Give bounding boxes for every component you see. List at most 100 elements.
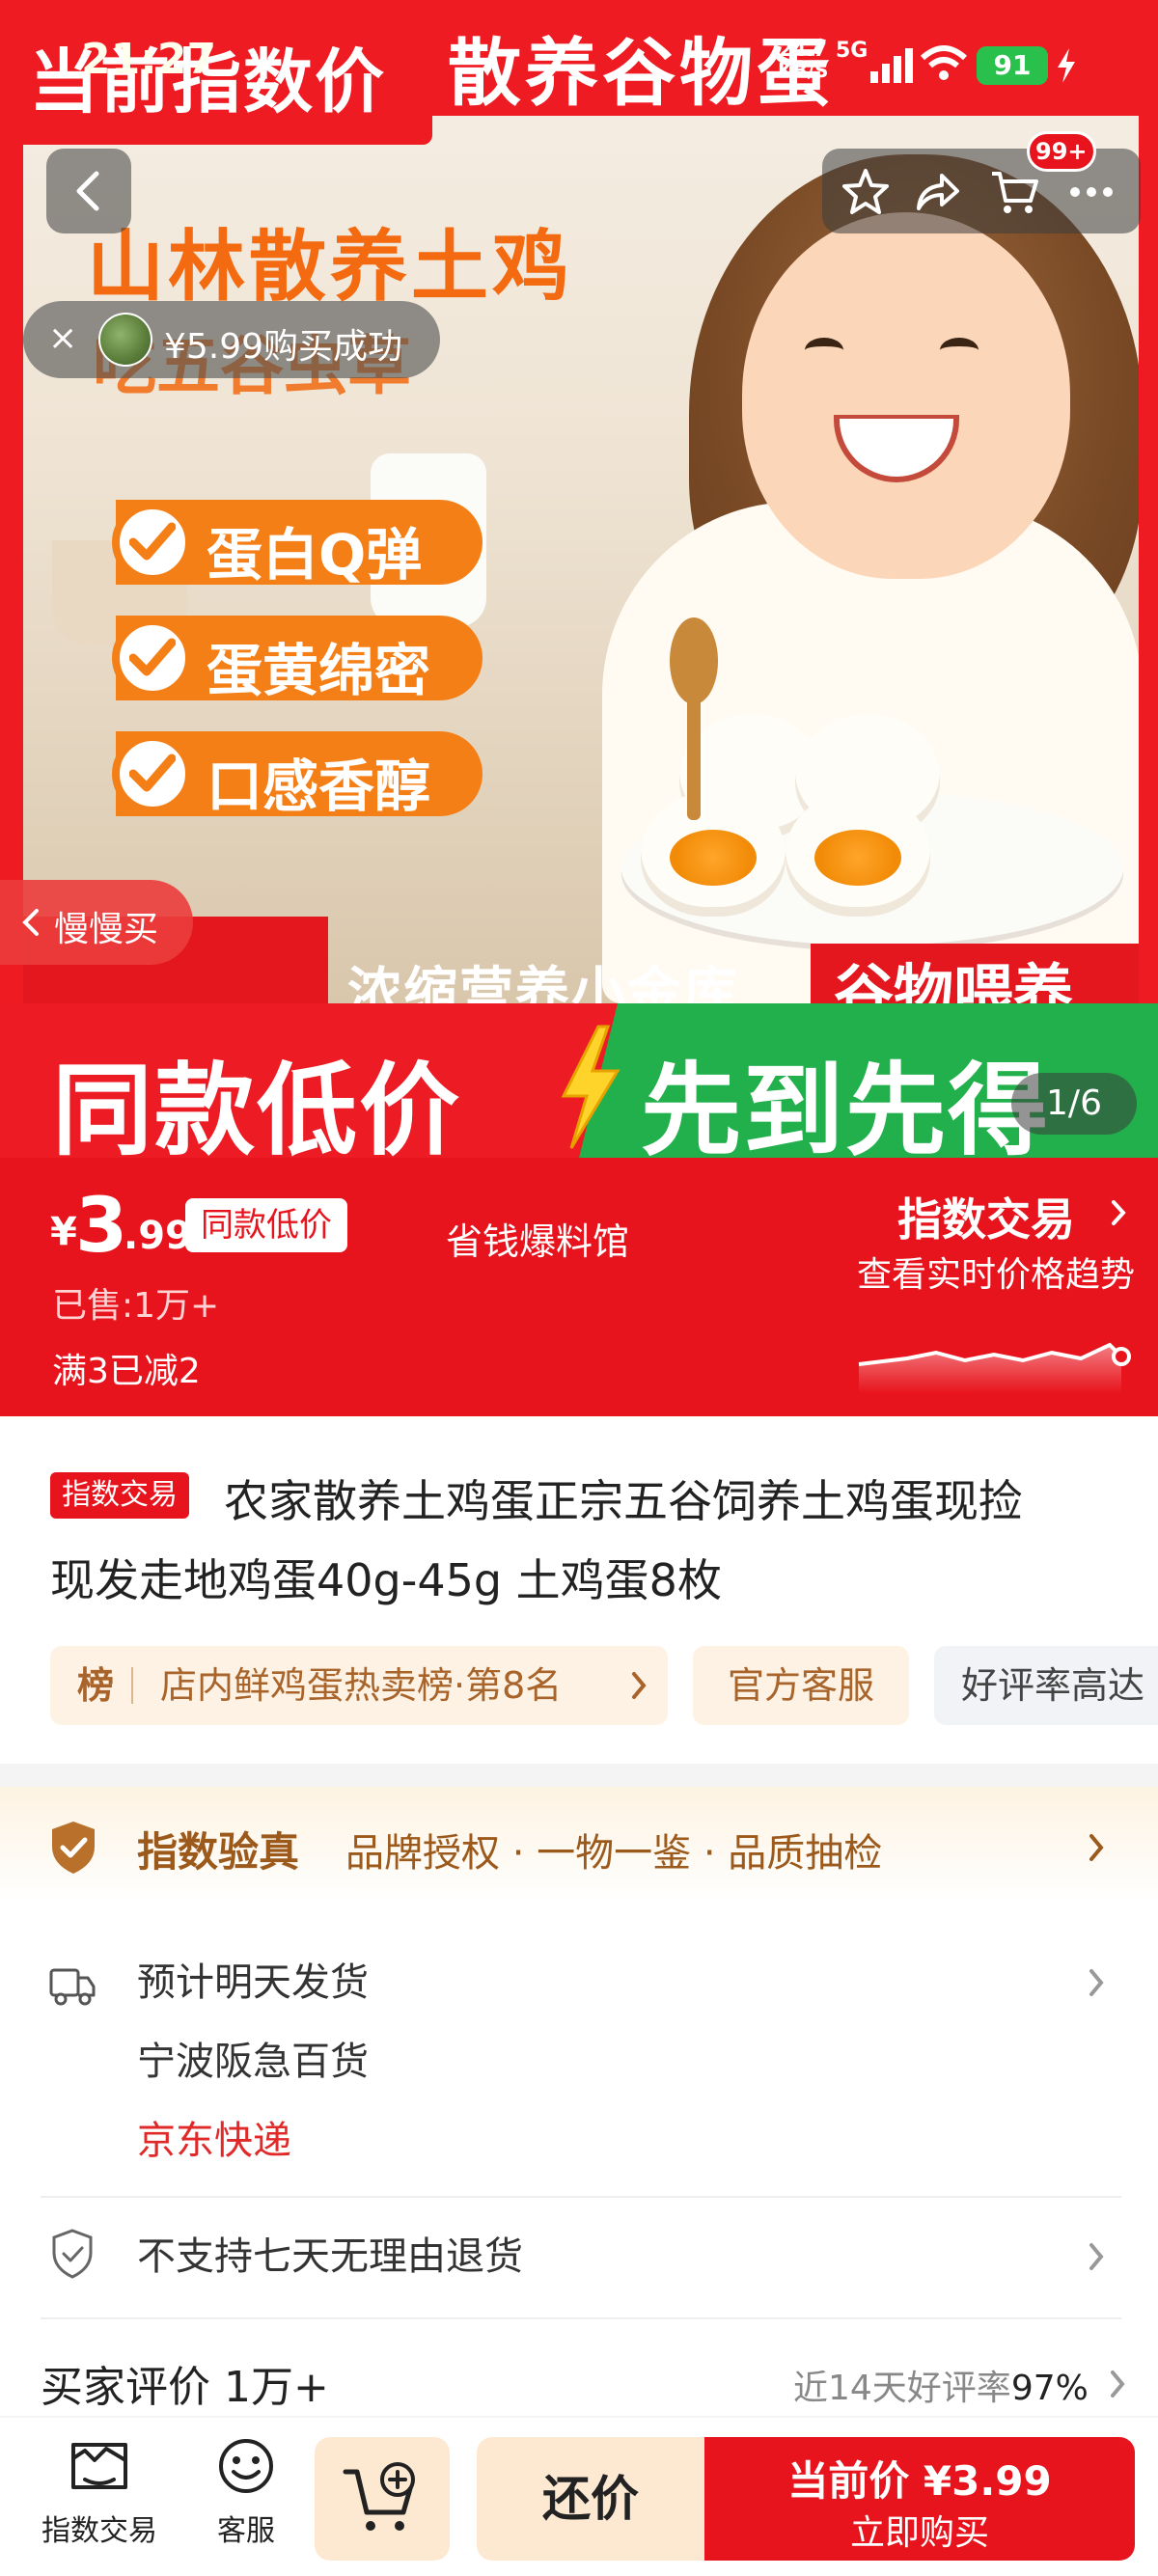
cart-icon[interactable] (988, 166, 1040, 218)
spoon-handle-illustration (687, 695, 701, 820)
chevron-right-icon (1089, 1834, 1104, 1861)
authenticity-title: 指数验真 (137, 1828, 300, 1876)
verified-shield-icon (52, 1822, 95, 1874)
cart-count-badge: 99+ (1027, 131, 1096, 172)
bottom-action-bar: 指数交易 客服 还价 当前价 ¥3.99 立即购买 (0, 2418, 1158, 2576)
network-speed-unit: KB/S (778, 59, 829, 82)
index-trade-tab[interactable]: 指数交易 (27, 2437, 172, 2549)
index-trade-tab-label: 指数交易 (41, 2514, 157, 2548)
feature-tag: 口感香醇 (112, 731, 482, 819)
spoon-illustration (670, 617, 718, 704)
ranking-label: 店内鲜鸡蛋热卖榜·第8名 (160, 1664, 563, 1707)
customer-service-tab[interactable]: 客服 (183, 2437, 309, 2549)
chevron-right-icon (1089, 2243, 1104, 2270)
more-icon[interactable] (1065, 166, 1117, 218)
buy-now-button[interactable]: 当前价 ¥3.99 立即购买 (704, 2437, 1135, 2561)
check-icon (112, 617, 193, 699)
index-trade-tag: 指数交易 (50, 1472, 189, 1519)
shipping-section: 预计明天发货 宁波阪急百货 京东快递 不支持七天无理由退货 (0, 1905, 1158, 2416)
image-top-title: 散养谷物蛋 (448, 30, 834, 116)
halved-egg-illustration (641, 791, 786, 917)
promo-banner: 同款低价 先到先得 (0, 1003, 1158, 1158)
rate-label: 近14天好评率 (793, 2369, 1011, 2408)
delivery-estimate[interactable]: 预计明天发货 (137, 1951, 369, 2007)
child-face-illustration (742, 212, 1070, 579)
product-title-line: 农家散养土鸡蛋正宗五谷饲养土鸡蛋现捡 (224, 1475, 1023, 1527)
price-integer: 3 (75, 1183, 128, 1270)
return-policy[interactable]: 不支持七天无理由退货 (137, 2225, 523, 2281)
back-button[interactable] (46, 149, 131, 233)
divider (41, 2317, 1121, 2319)
authenticity-description: 品牌授权 · 一物一鉴 · 品质抽检 (345, 1831, 883, 1876)
ship-from: 宁波阪急百货 (137, 2040, 369, 2084)
network-speed: 24.7 KB/S (778, 39, 828, 81)
halved-egg-illustration (786, 791, 930, 917)
carousel-page-indicator: 1/6 (1011, 1073, 1137, 1135)
index-trade-link[interactable]: 指数交易 (897, 1185, 1075, 1248)
price-banner: ¥ 3 .99 同款低价 省钱爆料馆 已售:1万+ 满3已减2 指数交易 查看实… (0, 1158, 1158, 1416)
reviews-positive-rate[interactable]: 近14天好评率97% (793, 2360, 1089, 2410)
chevron-right-icon (632, 1672, 647, 1699)
rating-chip[interactable]: 好评率高达 (934, 1646, 1158, 1725)
purchase-toast[interactable]: × ¥5.99购买成功 (23, 301, 440, 378)
chevron-right-icon (1112, 1200, 1126, 1225)
rate-value: 97% (1010, 2369, 1089, 2408)
ranking-icon: 榜 (77, 1664, 115, 1707)
price-trend-sparkline (858, 1342, 1131, 1393)
signal-icon (870, 48, 913, 83)
chevron-right-icon (1089, 1969, 1104, 1996)
price-decimal: .99 (124, 1214, 192, 1258)
image-headline: 山林散养土鸡 (87, 222, 573, 312)
feature-tag: 蛋白Q弹 (112, 500, 482, 588)
feature-label: 口感香醇 (207, 754, 431, 819)
chevron-right-icon (1111, 2370, 1125, 2398)
shop-name[interactable]: 省钱爆料馆 (446, 1212, 629, 1265)
wifi-icon (920, 45, 968, 80)
store-icon (71, 2443, 127, 2489)
product-detail-page: 散养谷物蛋 山林散养土鸡 吃五谷虫草 蛋白Q弹 蛋 (0, 0, 1158, 2576)
status-time: 21:27 (81, 35, 217, 84)
lightning-icon (561, 1025, 620, 1149)
price-currency: ¥ (50, 1210, 77, 1254)
toast-message: ¥5.99购买成功 (164, 327, 403, 367)
share-icon[interactable] (911, 166, 963, 218)
feature-label: 蛋黄绵密 (207, 638, 431, 703)
chevron-left-icon (22, 909, 39, 936)
reviews-title[interactable]: 买家评价 1万+ (41, 2352, 329, 2414)
feature-tag: 蛋黄绵密 (112, 616, 482, 703)
chevron-left-icon (76, 171, 99, 211)
authenticity-bar[interactable]: 指数验真 品牌授权 · 一物一鉴 · 品质抽检 (0, 1787, 1158, 1905)
divider (131, 1667, 133, 1704)
add-cart-icon (343, 2462, 415, 2531)
promo-left-text: 同款低价 (52, 1052, 462, 1158)
smile-service-icon (219, 2439, 273, 2493)
slow-buy-button[interactable]: 慢慢买 (0, 880, 193, 965)
promo-right-text: 先到先得 (641, 1052, 1051, 1158)
price-trend-link[interactable]: 查看实时价格趋势 (857, 1247, 1135, 1297)
discount-info: 满3已减2 (52, 1352, 201, 1391)
check-icon (112, 502, 193, 583)
shield-check-icon (52, 2229, 93, 2279)
same-low-price-badge: 同款低价 (185, 1198, 347, 1252)
network-type: 5G (836, 39, 868, 63)
buy-now-label: 立即购买 (849, 2513, 989, 2553)
slow-buy-label: 慢慢买 (54, 910, 159, 949)
child-eye-illustration (940, 338, 979, 363)
add-to-cart-button[interactable] (315, 2437, 450, 2561)
check-icon (112, 733, 193, 814)
ranking-chip[interactable]: 榜 店内鲜鸡蛋热卖榜·第8名 (50, 1646, 668, 1725)
favorite-star-icon[interactable] (840, 166, 892, 218)
product-title-section: 指数交易 农家散养土鸡蛋正宗五谷饲养土鸡蛋现捡 现发走地鸡蛋40g-45g 土鸡… (0, 1416, 1158, 1764)
charging-icon (1058, 48, 1075, 83)
feature-label: 蛋白Q弹 (207, 522, 423, 588)
product-image-carousel[interactable]: 散养谷物蛋 山林散养土鸡 吃五谷虫草 蛋白Q弹 蛋 (0, 0, 1158, 1158)
battery-indicator: 91 (977, 46, 1048, 85)
close-icon[interactable]: × (48, 318, 77, 358)
truck-icon (49, 1968, 96, 2006)
bargain-button[interactable]: 还价 (477, 2437, 704, 2561)
avatar (98, 313, 152, 367)
child-eye-illustration (805, 338, 843, 363)
network-speed-value: 24.7 (779, 38, 827, 61)
official-service-chip[interactable]: 官方客服 (693, 1646, 909, 1725)
divider (41, 2196, 1121, 2198)
